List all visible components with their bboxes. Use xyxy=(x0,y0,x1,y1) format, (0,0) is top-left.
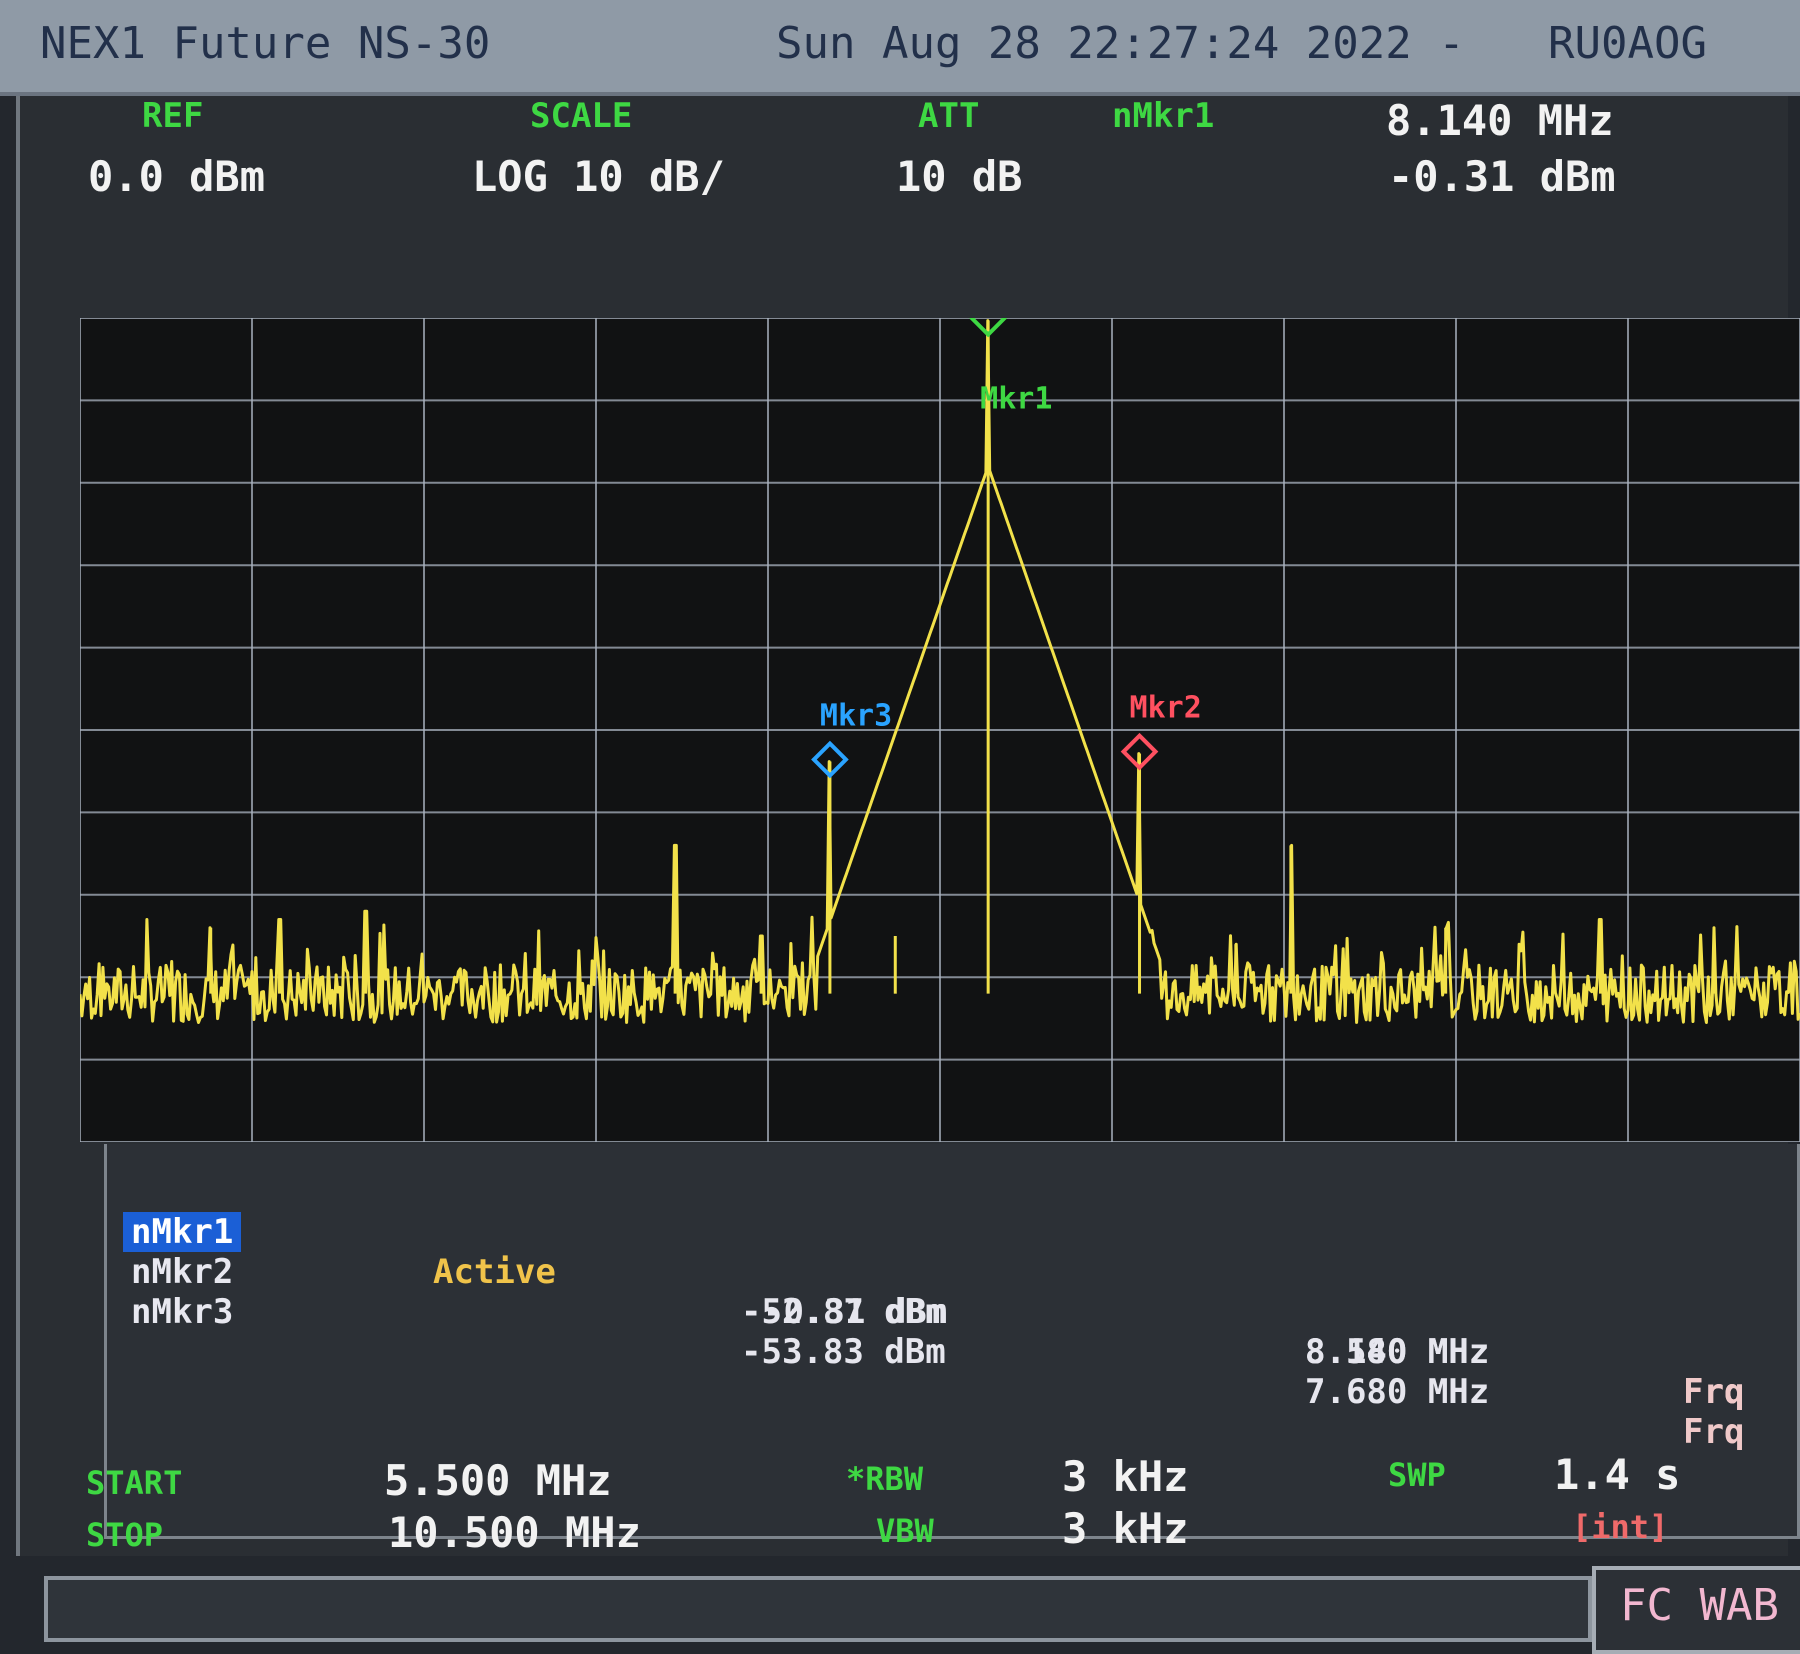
ref-label: REF xyxy=(142,96,204,136)
marker-name[interactable]: nMkr3 xyxy=(131,1292,233,1332)
analyzer-screen: NEX1 Future NS-30 Sun Aug 28 22:27:24 20… xyxy=(0,0,1800,1654)
marker-table: nMkr1 Active -0.31 dBm 8.140 MHz Frq nMk… xyxy=(104,1144,1800,1539)
marker-label: Mkr2 xyxy=(1130,691,1202,726)
att-label: ATT xyxy=(918,96,980,136)
active-marker-freq: 8.140 MHz xyxy=(1386,96,1614,145)
active-marker-level: -0.31 dBm xyxy=(1388,152,1616,201)
stop-value[interactable]: 10.500 MHz xyxy=(388,1508,641,1557)
marker-label: Mkr3 xyxy=(820,699,892,734)
fc-box: FC WAB xyxy=(1592,1566,1800,1654)
swp-label: SWP xyxy=(1388,1456,1446,1494)
rbw-label: *RBW xyxy=(846,1460,924,1498)
vbw-value[interactable]: 3 kHz xyxy=(1062,1504,1188,1553)
rbw-value[interactable]: 3 kHz xyxy=(1062,1452,1188,1501)
marker-row-1[interactable]: nMkr1 Active -0.31 dBm 8.140 MHz Frq xyxy=(123,1172,1783,1412)
marker-freq: 7.680 MHz xyxy=(1305,1372,1490,1412)
marker-layer: Mkr1 Mkr2 Mkr3 xyxy=(811,318,1202,779)
callsign: RU0AOG xyxy=(1548,18,1707,69)
spectrum-plot: Mkr1 Mkr2 Mkr3 xyxy=(80,318,1800,1142)
start-label: START xyxy=(86,1464,183,1502)
instrument-name: NEX1 Future NS-30 xyxy=(40,18,491,69)
att-value[interactable]: 10 dB xyxy=(896,152,1022,201)
marker-row-2[interactable]: nMkr2 -52.87 dBm 8.580 MHz Frq xyxy=(123,1212,1783,1412)
active-marker-label: nMkr1 xyxy=(1112,96,1215,136)
display-panel: REF 0.0 dBm SCALE LOG 10 dB/ ATT 10 dB n… xyxy=(16,96,1800,1557)
marker-level: -53.83 dBm xyxy=(741,1332,946,1372)
fc-text: FC WAB xyxy=(1620,1580,1779,1631)
swp-value[interactable]: 1.4 s xyxy=(1554,1450,1680,1499)
stop-label: STOP xyxy=(86,1516,164,1554)
scale-label: SCALE xyxy=(530,96,633,136)
ref-value[interactable]: 0.0 dBm xyxy=(88,152,265,201)
spectrum-display[interactable]: Mkr1 Mkr2 Mkr3 xyxy=(80,318,1800,1142)
status-bar xyxy=(44,1576,1592,1642)
start-value[interactable]: 5.500 MHz xyxy=(384,1456,612,1505)
title-bar: NEX1 Future NS-30 Sun Aug 28 22:27:24 20… xyxy=(0,0,1800,96)
date-time: Sun Aug 28 22:27:24 2022 - xyxy=(776,18,1465,69)
marker-level: -52.87 dBm xyxy=(741,1292,946,1332)
marker-mode: Frq xyxy=(1683,1372,1745,1412)
vbw-label: VBW xyxy=(876,1512,934,1550)
marker-label: Mkr1 xyxy=(980,382,1052,417)
marker-row-3[interactable]: nMkr3 -53.83 dBm 7.680 MHz Frq xyxy=(123,1252,1783,1452)
marker-mode: Frq xyxy=(1683,1412,1745,1452)
marker-freq: 8.580 MHz xyxy=(1305,1332,1490,1372)
scale-value[interactable]: LOG 10 dB/ xyxy=(472,152,725,201)
swp-mode: [int] xyxy=(1572,1508,1669,1546)
